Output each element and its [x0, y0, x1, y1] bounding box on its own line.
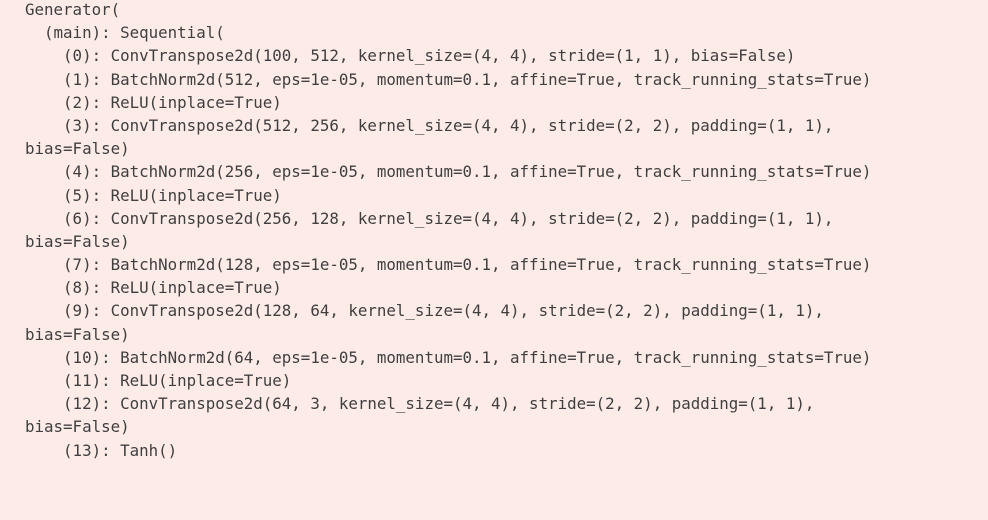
output-line: (1): BatchNorm2d(512, eps=1e-05, momentu… — [25, 69, 872, 89]
model-summary-output: Generator( (main): Sequential( (0): Conv… — [25, 0, 988, 464]
output-line: (4): BatchNorm2d(256, eps=1e-05, momentu… — [25, 162, 872, 182]
cell-output-panel: Generator( (main): Sequential( (0): Conv… — [0, 0, 988, 517]
output-line: (13): Tanh() — [25, 440, 178, 460]
